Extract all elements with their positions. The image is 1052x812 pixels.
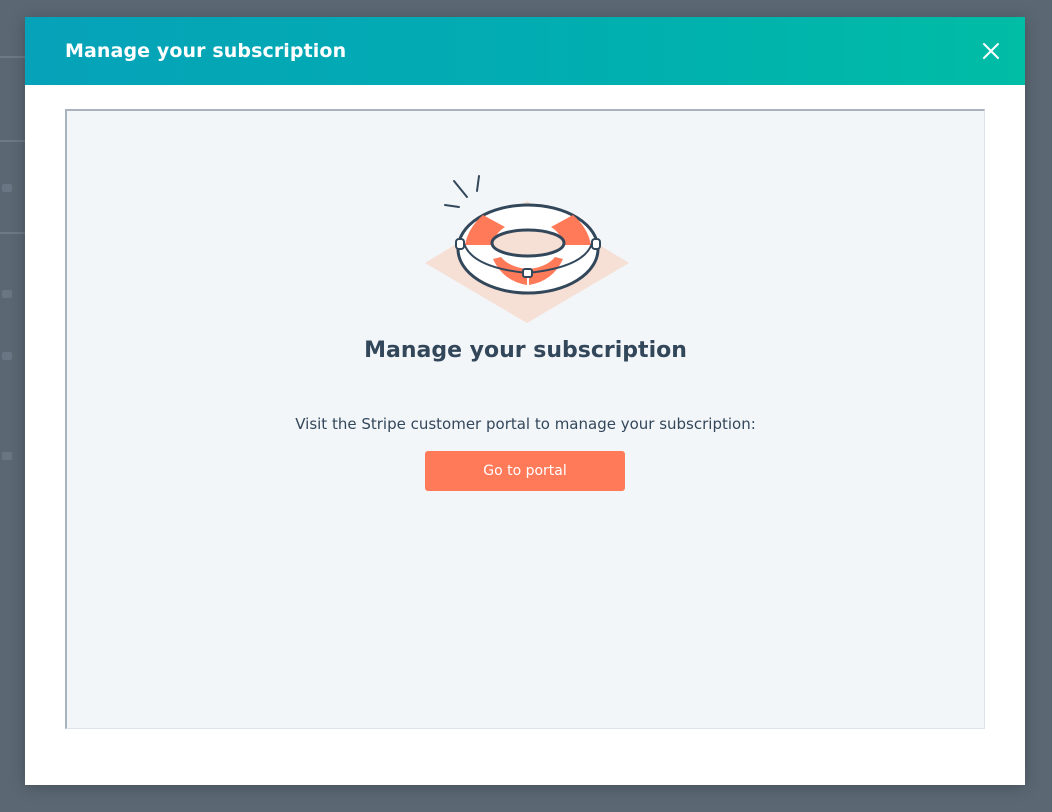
portal-panel: Manage your subscription Visit the Strip… — [65, 109, 985, 729]
background-element — [2, 184, 12, 192]
go-to-portal-button[interactable]: Go to portal — [425, 451, 625, 491]
background-element — [2, 290, 12, 298]
background-element — [2, 352, 12, 360]
content-description: Visit the Stripe customer portal to mana… — [295, 415, 756, 433]
close-button[interactable] — [977, 37, 1005, 65]
content-heading: Manage your subscription — [364, 338, 687, 363]
life-ring-icon — [425, 175, 629, 323]
close-icon — [983, 43, 999, 59]
subscription-modal: Manage your subscription Manage your sub… — [25, 17, 1025, 785]
modal-title: Manage your subscription — [65, 40, 347, 62]
modal-header: Manage your subscription — [25, 17, 1025, 85]
background-element — [2, 452, 12, 460]
